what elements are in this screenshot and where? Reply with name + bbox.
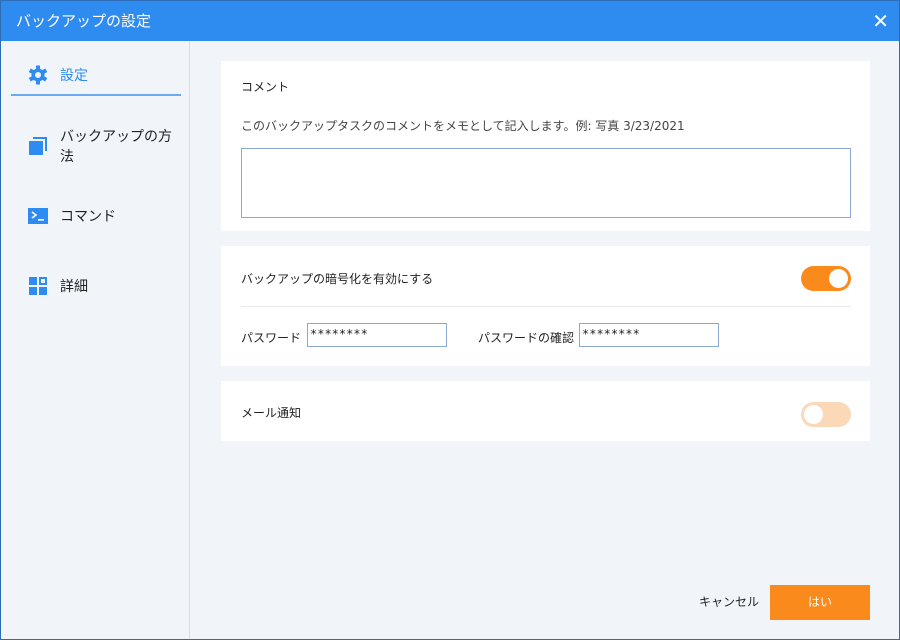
email-label: メール通知 [241,406,302,420]
password-input[interactable]: ******** [307,323,447,347]
encryption-label: バックアップの暗号化を有効にする [241,272,434,286]
confirm-password-label: パスワードの確認 [478,331,575,345]
close-icon[interactable]: ✕ [872,1,889,41]
terminal-icon [28,206,48,226]
gear-icon [28,65,48,85]
comment-description: このバックアップタスクのコメントをメモとして記入します。例: 写真 3/23/2… [241,119,685,133]
confirm-password-input[interactable]: ******** [579,323,719,347]
sidebar-item-backup-method[interactable]: バックアップの方法 [11,126,181,166]
title-bar: バックアップの設定 ✕ [1,1,899,41]
grid-icon [28,276,48,296]
password-label: パスワード [241,331,302,345]
email-card: メール通知 [221,381,870,441]
divider [241,306,851,307]
comment-card: コメント このバックアップタスクのコメントをメモとして記入します。例: 写真 3… [221,61,870,231]
sidebar-item-details[interactable]: 詳細 [11,266,181,306]
email-toggle[interactable] [801,402,851,427]
sidebar-item-settings[interactable]: 設定 [11,56,181,96]
sidebar-item-label: バックアップの方法 [60,129,172,165]
sidebar: 設定 バックアップの方法 コマンド 詳細 [1,41,190,639]
comment-title: コメント [241,80,290,94]
window-title: バックアップの設定 [16,12,152,30]
sidebar-item-label: 詳細 [60,279,88,295]
ok-button[interactable]: はい [770,585,870,620]
encryption-toggle[interactable] [801,266,851,291]
comment-textarea[interactable] [241,148,851,218]
sidebar-item-command[interactable]: コマンド [11,196,181,236]
sidebar-item-label: コマンド [60,209,116,225]
cancel-button[interactable]: キャンセル [689,585,769,620]
copy-icon [28,136,48,156]
encryption-card: バックアップの暗号化を有効にする パスワード ******** パスワードの確認… [221,246,870,366]
sidebar-item-label: 設定 [60,68,88,84]
